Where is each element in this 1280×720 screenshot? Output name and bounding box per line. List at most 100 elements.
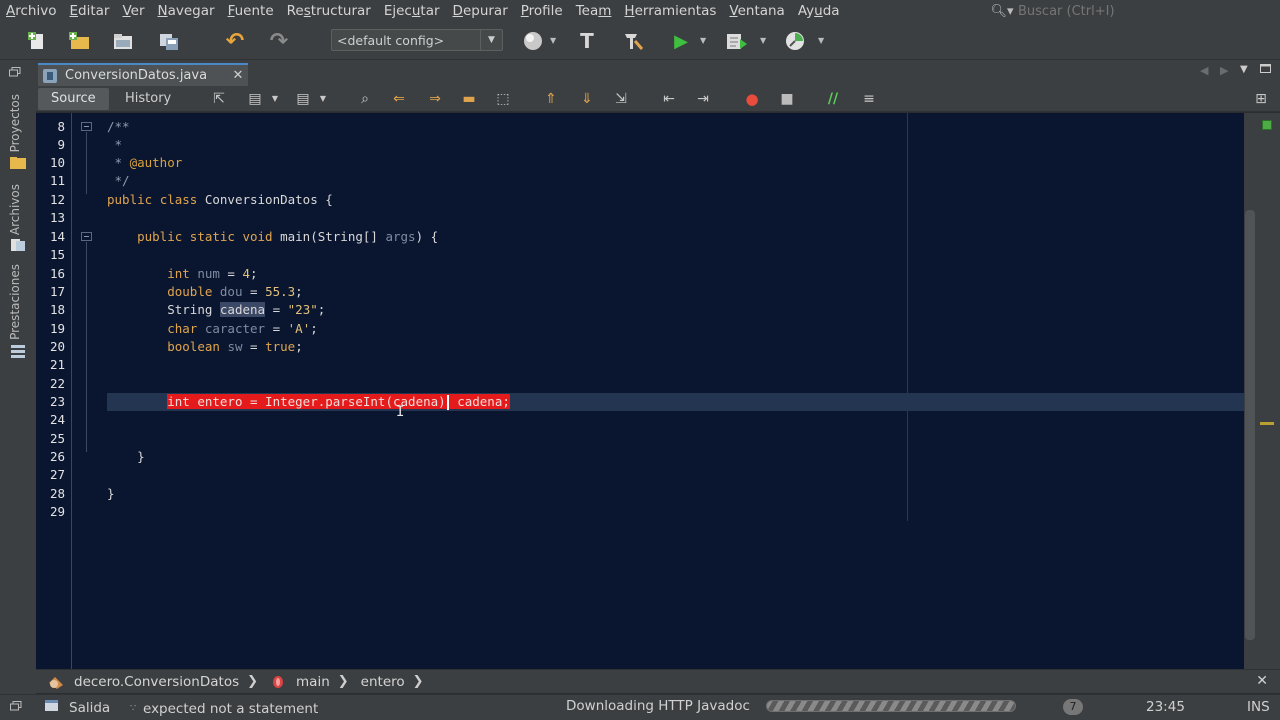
- editor-tab-row: ConversionDatos.java ✕ ◀ ▶ ▼: [36, 60, 1280, 86]
- breadcrumb-variable[interactable]: entero: [361, 674, 405, 690]
- fold-toggle-icon[interactable]: [81, 232, 92, 241]
- find-icon[interactable]: ⌕: [356, 91, 374, 107]
- menu-item[interactable]: Fuente: [222, 0, 281, 22]
- forward-icon[interactable]: ▤: [294, 91, 312, 107]
- code-line-8: /**: [107, 119, 130, 134]
- side-tab-projects[interactable]: Proyectos: [8, 94, 22, 152]
- record-macro-icon[interactable]: ●: [743, 91, 761, 107]
- chevron-down-icon[interactable]: ▼: [1240, 64, 1248, 75]
- last-edit-icon[interactable]: ⇱: [210, 91, 228, 107]
- line-number: 11: [49, 173, 65, 188]
- chevron-down-icon[interactable]: ▼: [818, 36, 824, 45]
- status-bar: Salida ∵ expected not a statement Downlo…: [0, 694, 1280, 720]
- output-tab[interactable]: Salida: [69, 700, 110, 716]
- menu-item[interactable]: Herramientas: [618, 0, 723, 22]
- fold-toggle-icon[interactable]: [81, 122, 92, 131]
- restore-window-icon[interactable]: [10, 699, 22, 715]
- notifications-badge[interactable]: 7: [1063, 699, 1083, 715]
- split-editor-icon[interactable]: ⊞: [1252, 91, 1270, 107]
- toggle-highlight-icon[interactable]: ▬: [460, 91, 478, 107]
- projects-icon[interactable]: [9, 156, 27, 170]
- find-next-icon[interactable]: ⇒: [426, 91, 444, 107]
- menu-item[interactable]: Team: [570, 0, 619, 22]
- line-number: 17: [49, 284, 65, 299]
- close-icon[interactable]: ✕: [1256, 673, 1268, 689]
- config-select[interactable]: <default config> ▼: [331, 29, 503, 51]
- back-icon[interactable]: ▤: [246, 91, 264, 107]
- side-panel: Proyectos Archivos Prestaciones: [0, 60, 36, 694]
- error-stripe-mark[interactable]: [1260, 422, 1274, 425]
- toggle-bookmark-icon[interactable]: ⇲: [612, 91, 630, 107]
- clean-build-icon[interactable]: [620, 28, 646, 54]
- side-tab-services[interactable]: Prestaciones: [8, 264, 22, 340]
- files-icon[interactable]: [9, 238, 27, 252]
- menu-item[interactable]: Ver: [116, 0, 151, 22]
- output-icon[interactable]: [44, 699, 60, 717]
- new-file-icon[interactable]: [24, 28, 50, 54]
- line-number: 28: [49, 486, 65, 501]
- chevron-down-icon[interactable]: ▼: [266, 91, 284, 107]
- save-all-icon[interactable]: [156, 28, 182, 54]
- chevron-down-icon: ▼: [480, 30, 502, 50]
- build-hammer-icon[interactable]: T: [574, 28, 600, 54]
- debug-icon[interactable]: [724, 28, 750, 54]
- chevron-down-icon[interactable]: ▼: [760, 36, 766, 45]
- shift-right-icon[interactable]: ⇥: [694, 91, 712, 107]
- line-number: 15: [49, 247, 65, 262]
- stop-macro-icon[interactable]: ■: [778, 91, 796, 107]
- code-line-10: * @author: [107, 155, 183, 170]
- scroll-left-icon[interactable]: ◀: [1200, 64, 1208, 77]
- tab-label: ConversionDatos.java: [65, 68, 208, 83]
- find-previous-icon[interactable]: ⇐: [390, 91, 408, 107]
- breadcrumb-class[interactable]: decero.ConversionDatos: [46, 674, 239, 690]
- tab-source[interactable]: Source: [38, 88, 109, 110]
- menu-item[interactable]: Depurar: [447, 0, 515, 22]
- code-line-14: public static void main(String[] args) {: [137, 229, 439, 244]
- comment-icon[interactable]: //: [824, 91, 842, 107]
- chevron-down-icon[interactable]: ▼: [700, 36, 706, 45]
- tab-conversion-datos[interactable]: ConversionDatos.java ✕: [38, 63, 248, 86]
- rect-selection-icon[interactable]: ⬚: [494, 91, 512, 107]
- previous-bookmark-icon[interactable]: ⇑: [542, 91, 560, 107]
- globe-icon[interactable]: [520, 28, 546, 54]
- chevron-down-icon[interactable]: ▼: [550, 36, 556, 45]
- restore-window-icon[interactable]: [9, 66, 27, 80]
- menu-item[interactable]: Profile: [515, 0, 570, 22]
- code-area[interactable]: /** * * @author */ public class Conversi…: [107, 113, 1237, 501]
- line-number: 22: [49, 376, 65, 391]
- vertical-scrollbar[interactable]: [1245, 210, 1255, 640]
- line-number: 9: [57, 137, 65, 152]
- code-editor[interactable]: 8 9 10 11 12 13 14 15 16 17 18 19 20 21 22 23 24 25 26 27 28…: [36, 113, 1244, 669]
- run-icon[interactable]: ▶: [668, 28, 694, 54]
- shift-left-icon[interactable]: ⇤: [660, 91, 678, 107]
- task-progress-bar[interactable]: [766, 700, 1016, 712]
- undo-icon[interactable]: ↶: [222, 28, 248, 54]
- line-number: 23: [49, 394, 65, 409]
- menu-item[interactable]: Restructurar: [281, 0, 378, 22]
- services-icon[interactable]: [9, 344, 27, 358]
- menu-item[interactable]: Navegar: [152, 0, 222, 22]
- search-input[interactable]: [1014, 1, 1280, 21]
- breadcrumb-method[interactable]: main: [270, 674, 330, 690]
- close-icon[interactable]: ✕: [228, 68, 248, 83]
- redo-icon[interactable]: ↷: [266, 28, 292, 54]
- maximize-icon[interactable]: [1260, 64, 1272, 77]
- search-icon[interactable]: 🔍︎▾: [990, 4, 1014, 19]
- scroll-right-icon[interactable]: ▶: [1220, 64, 1228, 77]
- uncomment-icon[interactable]: ≡: [860, 91, 878, 107]
- menu-item[interactable]: Ejecutar: [378, 0, 447, 22]
- chevron-down-icon[interactable]: ▼: [314, 91, 332, 107]
- profile-icon[interactable]: [782, 28, 808, 54]
- tab-history[interactable]: History: [112, 88, 184, 110]
- menu-item[interactable]: Archivo: [0, 0, 63, 22]
- menu-item[interactable]: Ventana: [723, 0, 791, 22]
- line-number: 27: [49, 467, 65, 482]
- menu-item[interactable]: Ayuda: [792, 0, 847, 22]
- side-tab-files[interactable]: Archivos: [8, 184, 22, 235]
- open-project-icon[interactable]: [110, 28, 136, 54]
- new-project-icon[interactable]: [66, 28, 92, 54]
- next-bookmark-icon[interactable]: ⇓: [578, 91, 596, 107]
- code-line-9: *: [107, 137, 123, 152]
- menu-item[interactable]: Editar: [63, 0, 116, 22]
- code-line-20: boolean sw = true;: [167, 339, 303, 354]
